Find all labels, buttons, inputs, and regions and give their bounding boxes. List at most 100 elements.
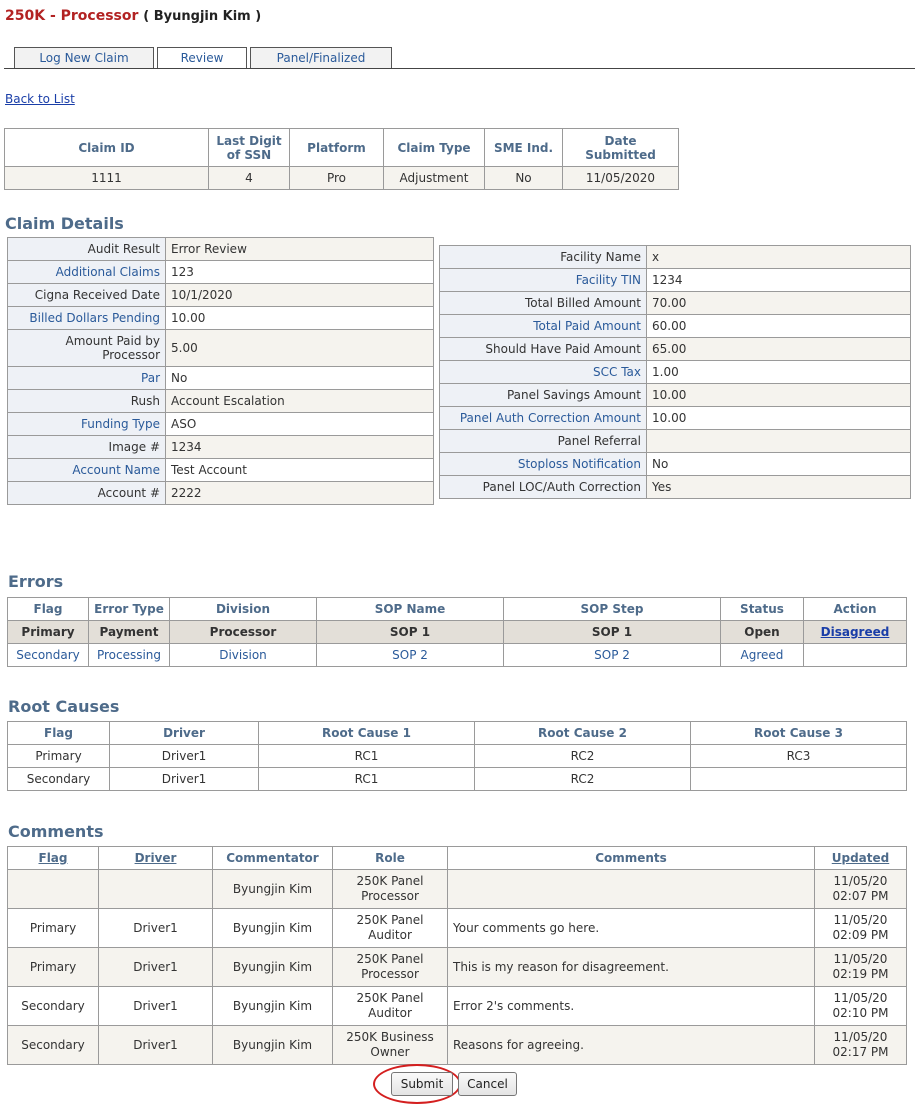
comment-cell: Primary xyxy=(7,908,99,948)
comment-cell: Secondary xyxy=(7,986,99,1026)
root-causes-header: Flag xyxy=(7,721,110,745)
comment-cell: 250K Panel Processor xyxy=(332,947,448,987)
comment-cell: 11/05/20 02:17 PM xyxy=(814,1025,907,1065)
root-cause-cell: RC1 xyxy=(258,767,475,791)
detail-label: Image # xyxy=(7,435,166,459)
tab-log-new-claim[interactable]: Log New Claim xyxy=(14,47,154,68)
claim-details-right-table: Facility Name x Facility TIN 1234 Total Bi… xyxy=(439,245,911,499)
detail-label: Facility Name xyxy=(439,245,647,269)
comment-cell: Byungjin Kim xyxy=(212,869,333,909)
claim-summary-table: Claim ID Last Digit of SSN Platform Clai… xyxy=(4,128,679,190)
root-causes-heading: Root Causes xyxy=(8,697,120,716)
detail-label: Panel Referral xyxy=(439,429,647,453)
disagreed-link[interactable]: Disagreed xyxy=(821,625,890,639)
detail-label: Audit Result xyxy=(7,237,166,261)
app-title: 250K - Processor xyxy=(5,8,139,24)
root-cause-cell: RC1 xyxy=(258,744,475,768)
comment-cell: Driver1 xyxy=(98,986,213,1026)
root-causes-header: Root Cause 3 xyxy=(690,721,907,745)
comment-cell: Byungjin Kim xyxy=(212,1025,333,1065)
table-row: Primary Driver1 RC1 RC2 RC3 xyxy=(7,744,907,768)
summary-header: SME Ind. xyxy=(484,128,563,167)
detail-value: 10.00 xyxy=(165,306,434,330)
submit-button[interactable]: Submit xyxy=(391,1072,453,1096)
detail-label: Amount Paid by Processor xyxy=(7,329,166,367)
tab-review[interactable]: Review xyxy=(157,47,247,69)
root-cause-cell: Driver1 xyxy=(109,744,259,768)
detail-label: Panel Auth Correction Amount xyxy=(439,406,647,430)
detail-value: 60.00 xyxy=(646,314,911,338)
table-row: Secondary Driver1 Byungjin Kim 250K Pane… xyxy=(7,986,907,1026)
detail-label: Panel LOC/Auth Correction xyxy=(439,475,647,499)
error-cell: Division xyxy=(169,643,317,667)
error-cell: Payment xyxy=(88,620,170,644)
detail-label: Total Paid Amount xyxy=(439,314,647,338)
root-causes-header: Driver xyxy=(109,721,259,745)
comment-cell xyxy=(7,869,99,909)
summary-header: Claim Type xyxy=(383,128,485,167)
detail-value: x xyxy=(646,245,911,269)
sort-flag-link[interactable]: Flag xyxy=(39,851,68,865)
comment-cell: 11/05/20 02:19 PM xyxy=(814,947,907,987)
claim-id-value: 1111 xyxy=(4,166,209,190)
comment-cell: 250K Business Owner xyxy=(332,1025,448,1065)
comment-cell: Primary xyxy=(7,947,99,987)
error-cell: Secondary xyxy=(7,643,89,667)
back-to-list-link[interactable]: Back to List xyxy=(5,92,75,106)
detail-value: 10.00 xyxy=(646,383,911,407)
table-row: Secondary Processing Division SOP 2 SOP … xyxy=(7,643,907,667)
comment-cell: 11/05/20 02:09 PM xyxy=(814,908,907,948)
table-row: Primary Driver1 Byungjin Kim 250K Panel … xyxy=(7,947,907,987)
comment-cell: Byungjin Kim xyxy=(212,947,333,987)
summary-header: Last Digit of SSN xyxy=(208,128,290,167)
errors-header: SOP Step xyxy=(503,597,721,621)
detail-label: Additional Claims xyxy=(7,260,166,284)
comment-cell: 250K Panel Processor xyxy=(332,869,448,909)
error-cell: Open xyxy=(720,620,804,644)
detail-label: Account # xyxy=(7,481,166,505)
summary-header: Claim ID xyxy=(4,128,209,167)
detail-value: 10.00 xyxy=(646,406,911,430)
tab-divider xyxy=(4,68,915,69)
errors-header: Action xyxy=(803,597,907,621)
cancel-button[interactable]: Cancel xyxy=(458,1072,517,1096)
comments-header: Commentator xyxy=(212,846,333,870)
root-cause-cell: RC3 xyxy=(690,744,907,768)
user-name: ( Byungjin Kim ) xyxy=(143,9,262,24)
detail-value: Account Escalation xyxy=(165,389,434,413)
root-cause-cell: RC2 xyxy=(474,744,691,768)
detail-value: 5.00 xyxy=(165,329,434,367)
detail-label: Account Name xyxy=(7,458,166,482)
comments-header: Comments xyxy=(447,846,815,870)
detail-value: 65.00 xyxy=(646,337,911,361)
tab-panel-finalized[interactable]: Panel/Finalized xyxy=(250,47,392,68)
comment-cell xyxy=(447,869,815,909)
comment-cell: Driver1 xyxy=(98,908,213,948)
claim-type-value: Adjustment xyxy=(383,166,485,190)
claim-details-heading: Claim Details xyxy=(5,214,124,233)
comment-cell: Your comments go here. xyxy=(447,908,815,948)
errors-header: Error Type xyxy=(88,597,170,621)
comments-table: Flag Driver Commentator Role Comments Up… xyxy=(7,846,907,1065)
root-causes-header: Root Cause 1 xyxy=(258,721,475,745)
errors-table: Flag Error Type Division SOP Name SOP St… xyxy=(7,597,907,667)
date-submitted-value: 11/05/2020 xyxy=(562,166,679,190)
comment-cell: Secondary xyxy=(7,1025,99,1065)
detail-label: Facility TIN xyxy=(439,268,647,292)
comment-cell xyxy=(98,869,213,909)
detail-label: Par xyxy=(7,366,166,390)
error-cell: SOP 1 xyxy=(316,620,504,644)
detail-value: 123 xyxy=(165,260,434,284)
detail-value: Test Account xyxy=(165,458,434,482)
sort-updated-link[interactable]: Updated xyxy=(832,851,890,865)
error-cell: SOP 2 xyxy=(503,643,721,667)
sme-ind-value: No xyxy=(484,166,563,190)
errors-header: Flag xyxy=(7,597,89,621)
table-row: Secondary Driver1 RC1 RC2 xyxy=(7,767,907,791)
detail-value: 2222 xyxy=(165,481,434,505)
detail-label: Cigna Received Date xyxy=(7,283,166,307)
detail-value: 70.00 xyxy=(646,291,911,315)
error-cell: SOP 1 xyxy=(503,620,721,644)
platform-value: Pro xyxy=(289,166,384,190)
sort-driver-link[interactable]: Driver xyxy=(135,851,177,865)
